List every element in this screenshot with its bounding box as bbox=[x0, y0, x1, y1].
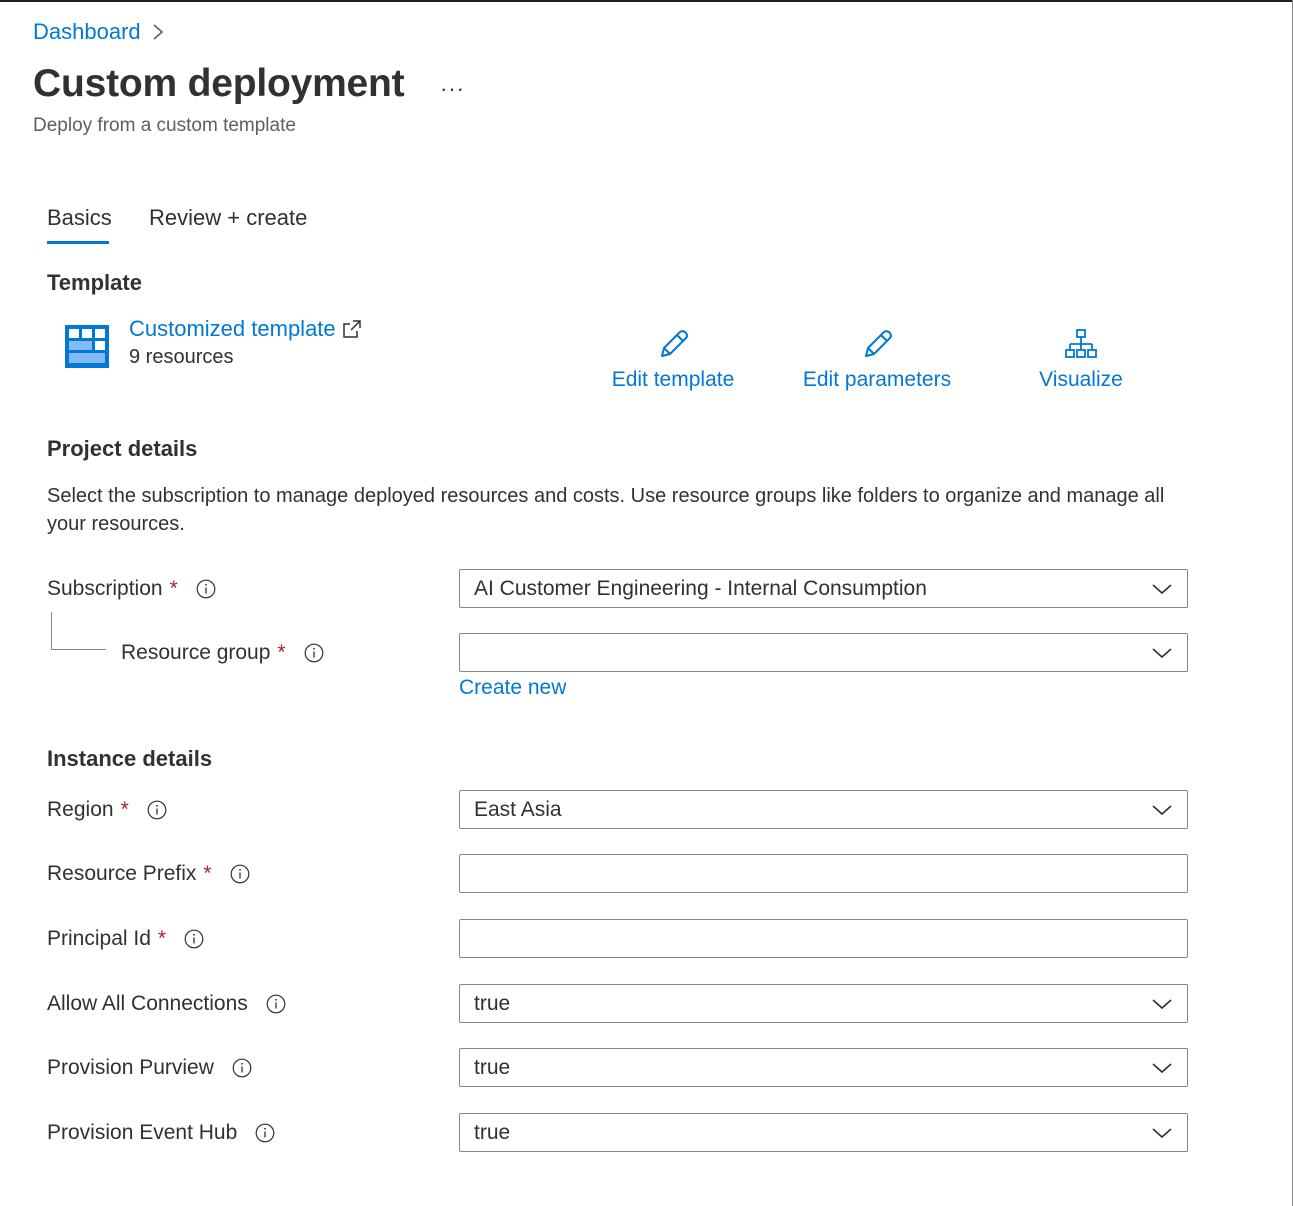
project-details-heading: Project details bbox=[47, 436, 198, 461]
template-heading: Template bbox=[47, 270, 142, 295]
principal-id-label: Principal Id bbox=[47, 927, 151, 950]
info-icon[interactable] bbox=[266, 994, 286, 1014]
instance-details-heading: Instance details bbox=[47, 746, 213, 771]
provision-purview-dropdown[interactable]: true bbox=[459, 1048, 1188, 1087]
principal-id-input[interactable] bbox=[459, 919, 1188, 958]
required-marker: * bbox=[120, 798, 129, 821]
info-icon[interactable] bbox=[184, 929, 204, 949]
provision-event-hub-value: true bbox=[474, 1120, 511, 1144]
provision-purview-value: true bbox=[474, 1055, 511, 1079]
external-link-icon bbox=[342, 320, 361, 338]
allow-all-connections-label-row: Allow All Connections bbox=[47, 992, 286, 1016]
subscription-value: AI Customer Engineering - Internal Consu… bbox=[474, 576, 927, 600]
region-value: East Asia bbox=[474, 797, 562, 821]
project-details-description: Select the subscription to manage deploy… bbox=[47, 485, 1165, 535]
hierarchy-icon bbox=[1065, 329, 1097, 358]
resource-group-label: Resource group bbox=[121, 641, 271, 664]
more-options-button[interactable]: ··· bbox=[440, 76, 465, 102]
resource-prefix-label-row: Resource Prefix * bbox=[47, 862, 250, 886]
pencil-icon bbox=[865, 330, 892, 357]
chevron-down-icon bbox=[1152, 804, 1172, 815]
edit-template-button[interactable]: Edit template bbox=[607, 328, 739, 392]
customized-template-link[interactable]: Customized template bbox=[129, 316, 362, 342]
chevron-down-icon bbox=[1152, 647, 1172, 658]
create-new-link[interactable]: Create new bbox=[459, 676, 566, 700]
page-subtitle: Deploy from a custom template bbox=[33, 115, 296, 136]
tree-connector-vertical bbox=[51, 612, 52, 650]
subscription-dropdown[interactable]: AI Customer Engineering - Internal Consu… bbox=[459, 569, 1188, 608]
chevron-right-icon bbox=[153, 24, 163, 40]
provision-event-hub-dropdown[interactable]: true bbox=[459, 1113, 1188, 1152]
chevron-down-icon bbox=[1152, 998, 1172, 1009]
region-label-row: Region * bbox=[47, 798, 167, 822]
visualize-button[interactable]: Visualize bbox=[1036, 328, 1126, 392]
principal-id-label-row: Principal Id * bbox=[47, 927, 204, 951]
customized-template-label: Customized template bbox=[129, 316, 336, 341]
allow-all-connections-label: Allow All Connections bbox=[47, 992, 248, 1015]
region-label: Region bbox=[47, 798, 114, 821]
provision-purview-label: Provision Purview bbox=[47, 1056, 214, 1079]
required-marker: * bbox=[203, 862, 212, 885]
chevron-down-icon bbox=[1152, 583, 1172, 594]
info-icon[interactable] bbox=[304, 643, 324, 663]
tree-connector-horizontal bbox=[51, 649, 106, 650]
template-grid-icon bbox=[65, 325, 109, 368]
required-marker: * bbox=[169, 577, 178, 600]
info-icon[interactable] bbox=[230, 864, 250, 884]
info-icon[interactable] bbox=[147, 800, 167, 820]
resource-prefix-label: Resource Prefix bbox=[47, 862, 197, 885]
breadcrumb-dashboard-link[interactable]: Dashboard bbox=[33, 19, 141, 45]
template-resource-count: 9 resources bbox=[129, 346, 234, 368]
provision-event-hub-label: Provision Event Hub bbox=[47, 1121, 238, 1144]
provision-event-hub-label-row: Provision Event Hub bbox=[47, 1121, 275, 1145]
visualize-label: Visualize bbox=[1039, 368, 1123, 391]
allow-all-connections-dropdown[interactable]: true bbox=[459, 984, 1188, 1023]
chevron-down-icon bbox=[1152, 1127, 1172, 1138]
top-border bbox=[0, 0, 1293, 2]
resource-prefix-input[interactable] bbox=[459, 854, 1188, 893]
subscription-label: Subscription bbox=[47, 577, 163, 600]
breadcrumb: Dashboard bbox=[33, 19, 165, 45]
chevron-down-icon bbox=[1152, 1062, 1172, 1073]
pencil-icon bbox=[661, 330, 688, 357]
region-dropdown[interactable]: East Asia bbox=[459, 790, 1188, 829]
info-icon[interactable] bbox=[232, 1058, 252, 1078]
allow-all-connections-value: true bbox=[474, 991, 511, 1015]
active-tab-indicator bbox=[47, 241, 109, 244]
resource-group-label-row: Resource group * bbox=[121, 641, 324, 665]
tab-review-create[interactable]: Review + create bbox=[149, 205, 307, 231]
required-marker: * bbox=[277, 641, 286, 664]
provision-purview-label-row: Provision Purview bbox=[47, 1056, 252, 1080]
required-marker: * bbox=[157, 927, 167, 950]
edit-parameters-button[interactable]: Edit parameters bbox=[800, 328, 954, 392]
tab-basics[interactable]: Basics bbox=[47, 205, 112, 231]
edit-parameters-label: Edit parameters bbox=[802, 368, 952, 391]
edit-template-label: Edit template bbox=[611, 368, 735, 391]
page-title: Custom deployment bbox=[33, 62, 405, 105]
resource-group-dropdown[interactable] bbox=[459, 633, 1188, 672]
info-icon[interactable] bbox=[255, 1123, 275, 1143]
subscription-label-row: Subscription * bbox=[47, 577, 216, 601]
info-icon[interactable] bbox=[196, 579, 216, 599]
